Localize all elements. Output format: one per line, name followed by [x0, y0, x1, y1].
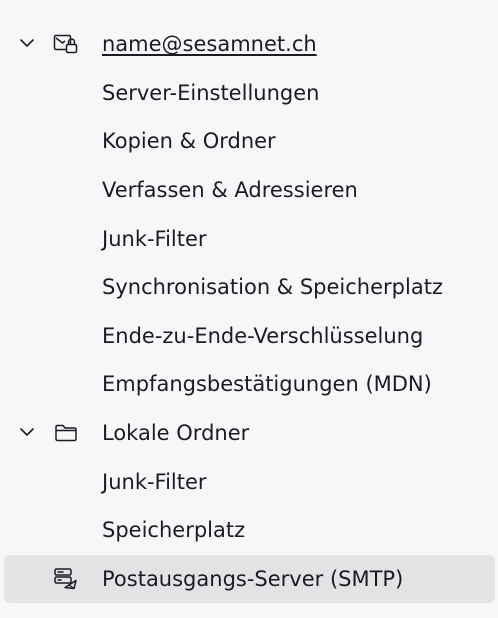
tree-item-account[interactable]: name@sesamnet.ch [0, 20, 498, 69]
tree-item-outgoing-server[interactable]: Postausgangs-Server (SMTP) [4, 554, 495, 604]
tree-item-server-settings[interactable]: Server-Einstellungen [0, 69, 498, 118]
account-settings-tree: name@sesamnet.ch Server-Einstellungen Ko… [0, 20, 498, 604]
tree-item-e2e-encryption[interactable]: Ende-zu-Ende-Verschlüsselung [0, 312, 498, 361]
account-name-label: name@sesamnet.ch [102, 32, 317, 57]
tree-item-return-receipts[interactable]: Empfangsbestätigungen (MDN) [0, 360, 498, 409]
tree-item-label: Server-Einstellungen [102, 80, 320, 105]
tree-item-label: Ende-zu-Ende-Verschlüsselung [102, 323, 424, 348]
tree-item-local-junk-filter[interactable]: Junk-Filter [0, 457, 498, 506]
tree-item-label: Empfangsbestätigungen (MDN) [102, 372, 432, 397]
tree-item-label: Speicherplatz [102, 518, 246, 543]
tree-item-junk-filter[interactable]: Junk-Filter [0, 214, 498, 263]
tree-item-label: Junk-Filter [102, 226, 207, 251]
tree-item-composition-addressing[interactable]: Verfassen & Adressieren [0, 166, 498, 215]
chevron-down-icon[interactable] [18, 34, 36, 52]
outgoing-server-label: Postausgangs-Server (SMTP) [102, 566, 404, 591]
outgoing-server-icon [53, 567, 79, 591]
tree-item-label: Kopien & Ordner [102, 129, 276, 154]
tree-item-local-storage[interactable]: Speicherplatz [0, 506, 498, 555]
tree-item-sync-storage[interactable]: Synchronisation & Speicherplatz [0, 263, 498, 312]
tree-item-copies-folders[interactable]: Kopien & Ordner [0, 117, 498, 166]
mail-account-icon [53, 32, 79, 56]
local-folders-label: Lokale Ordner [102, 421, 250, 446]
tree-item-label: Synchronisation & Speicherplatz [102, 275, 443, 300]
tree-item-label: Verfassen & Adressieren [102, 178, 358, 203]
tree-item-local-folders[interactable]: Lokale Ordner [0, 409, 498, 458]
folder-icon [53, 421, 79, 445]
tree-item-label: Junk-Filter [102, 469, 207, 494]
chevron-down-icon[interactable] [18, 423, 36, 441]
